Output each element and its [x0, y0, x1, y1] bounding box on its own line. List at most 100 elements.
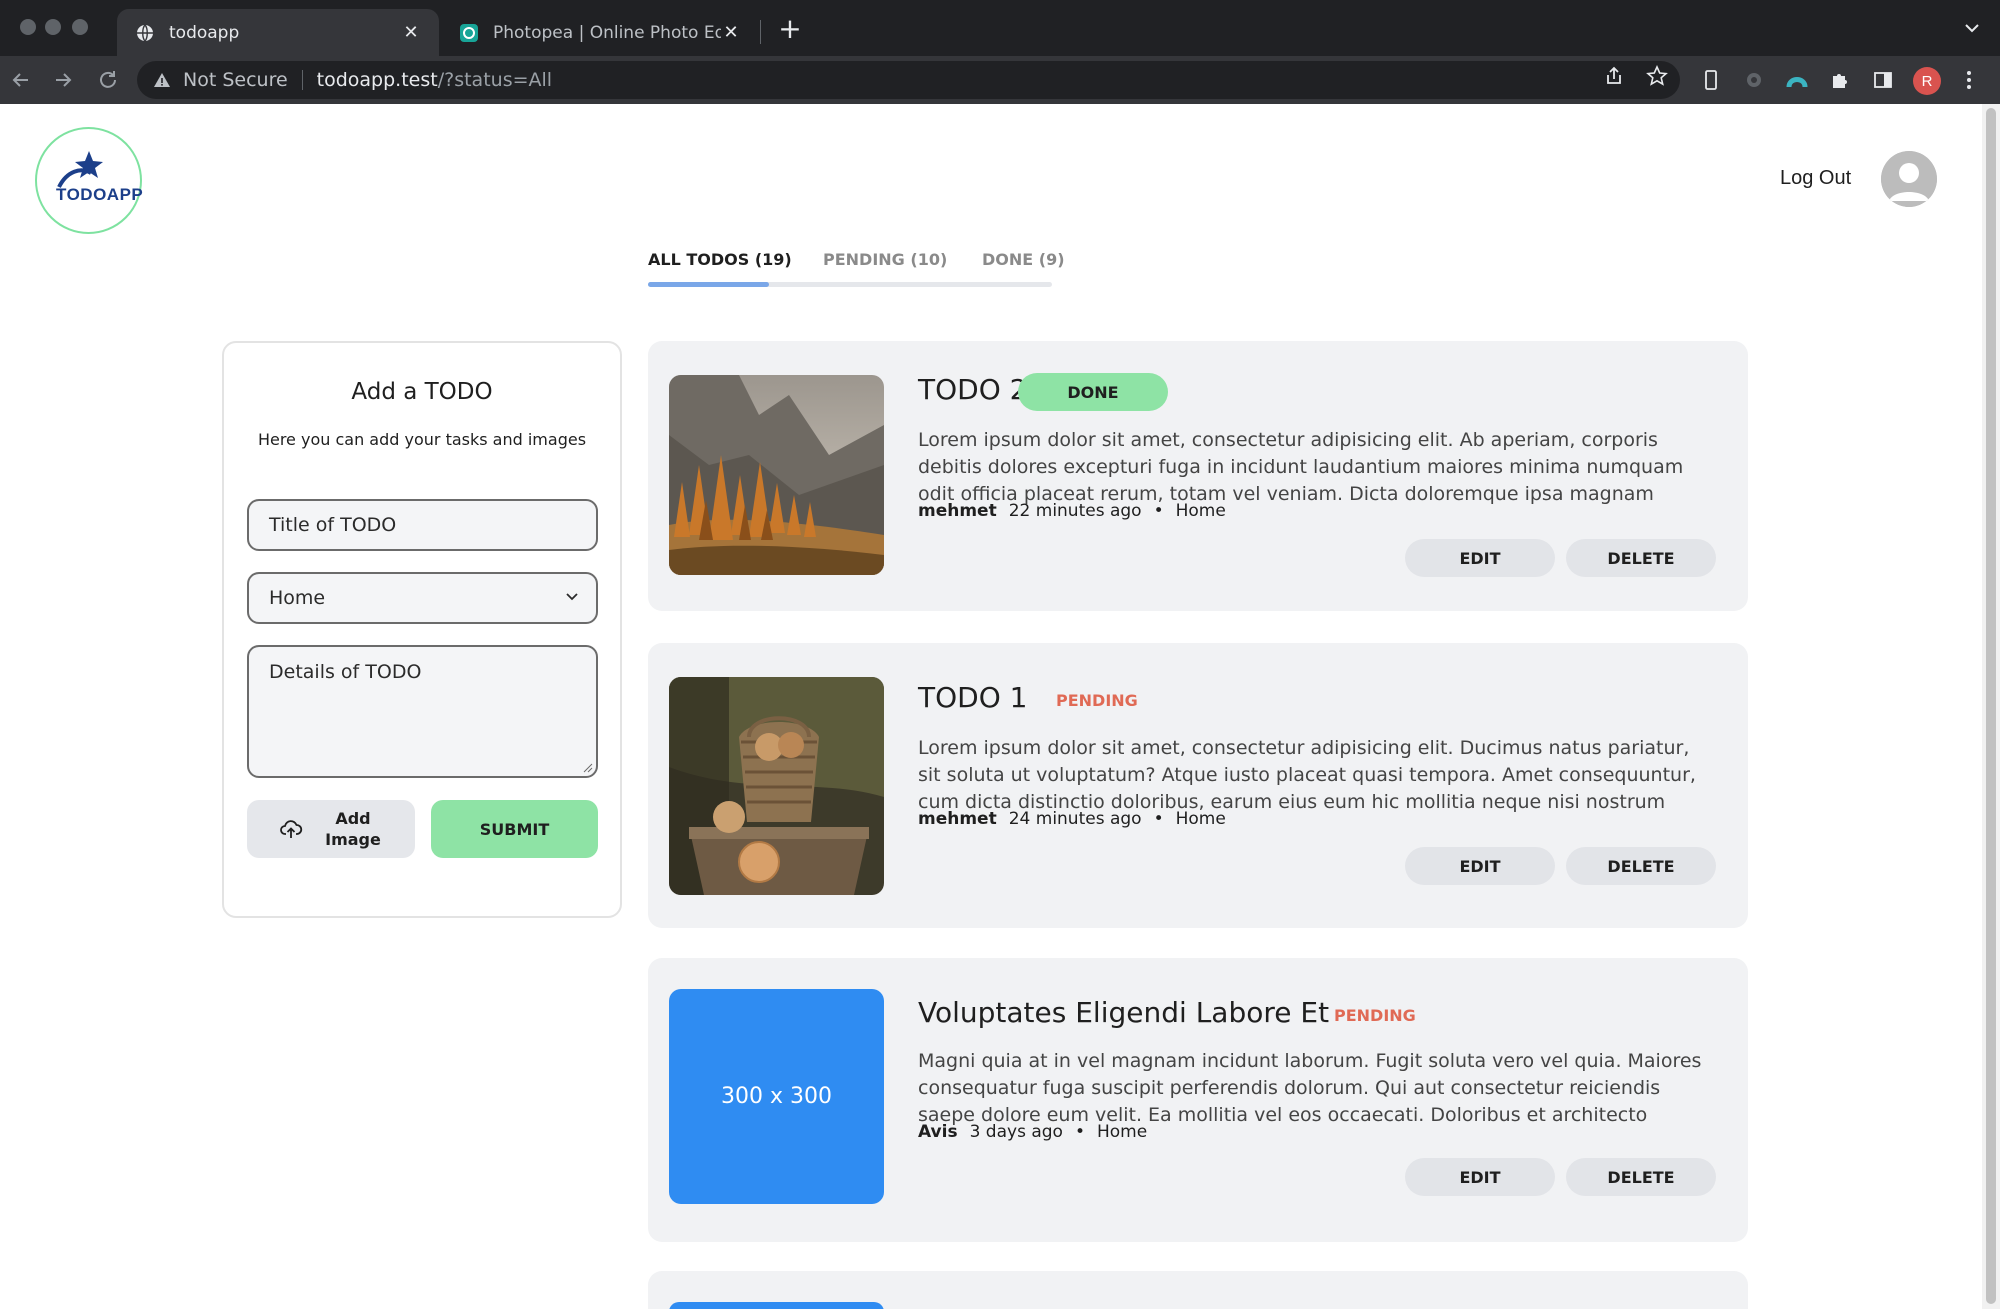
tab-label: Photopea | Online Photo Editor: [493, 22, 721, 43]
url-host: todoapp.test: [316, 69, 438, 91]
back-arrow-icon[interactable]: [9, 68, 33, 92]
submit-button[interactable]: SUBMIT: [431, 800, 598, 858]
device-icon[interactable]: [1700, 69, 1722, 91]
todo-description: Lorem ipsum dolor sit amet, consectetur …: [918, 737, 1696, 813]
window-zoom-dot[interactable]: [72, 19, 88, 35]
address-bar[interactable]: Not Secure todoapp.test /?status=All: [137, 61, 1680, 99]
status-filter-tabs: ALL TODOS (19) PENDING (10) DONE (9): [648, 250, 1065, 288]
resize-handle-icon[interactable]: [583, 763, 593, 773]
edit-button[interactable]: EDIT: [1405, 1158, 1555, 1196]
todo-description: Lorem ipsum dolor sit amet, consectetur …: [918, 429, 1684, 505]
todo-title: TODO 2: [918, 373, 1028, 406]
window-minimize-dot[interactable]: [45, 19, 61, 35]
delete-button[interactable]: DELETE: [1566, 1158, 1716, 1196]
status-badge: PENDING: [1334, 1006, 1416, 1025]
status-badge: DONE: [1018, 373, 1168, 411]
active-tab-indicator: [648, 282, 769, 287]
upload-cloud-icon: [279, 817, 303, 841]
edit-button[interactable]: EDIT: [1405, 847, 1555, 885]
page-content: TODOAPP Log Out ALL TODOS (19) PENDING (…: [0, 104, 1982, 1309]
todo-time: 22 minutes ago: [1008, 501, 1142, 521]
security-label: Not Secure: [183, 69, 288, 91]
app-logo[interactable]: TODOAPP: [35, 127, 144, 234]
delete-button[interactable]: DELETE: [1566, 847, 1716, 885]
todo-meta: Avis 3 days ago • Home: [918, 1122, 1147, 1142]
share-icon[interactable]: [1603, 65, 1625, 87]
tab-done[interactable]: DONE (9): [982, 250, 1065, 269]
new-tab-button[interactable]: +: [776, 15, 804, 44]
side-panel-icon[interactable]: [1872, 69, 1894, 91]
chevron-down-icon[interactable]: [1962, 18, 1982, 38]
todo-time: 24 minutes ago: [1008, 809, 1142, 829]
category-value: Home: [269, 587, 326, 609]
meta-separator: •: [1153, 501, 1164, 521]
todo-category: Home: [1096, 1122, 1148, 1142]
todo-card: TODO 1 PENDING Lorem ipsum dolor sit ame…: [648, 643, 1748, 928]
puzzle-icon[interactable]: [1829, 69, 1851, 91]
page-scrollbar[interactable]: [1982, 104, 2000, 1309]
logo-text: TODOAPP: [56, 185, 144, 204]
profile-avatar[interactable]: R: [1913, 67, 1941, 95]
user-silhouette-icon: [1881, 151, 1937, 207]
meta-separator: •: [1153, 809, 1164, 829]
window-close-dot[interactable]: [20, 19, 36, 35]
todo-author: mehmet: [918, 501, 997, 521]
star-swoosh-icon: [57, 151, 103, 188]
scrollbar-thumb[interactable]: [1986, 108, 1996, 1304]
add-image-button[interactable]: Add Image: [247, 800, 415, 858]
todo-image: [669, 375, 884, 575]
todo-image: 300 x 300: [669, 989, 884, 1204]
forward-arrow-icon[interactable]: [51, 68, 75, 92]
todo-title-input[interactable]: Title of TODO: [247, 499, 598, 551]
chevron-down-icon: [564, 587, 580, 609]
extension-gear-icon[interactable]: [1743, 69, 1765, 91]
status-badge: PENDING: [1056, 691, 1138, 710]
bookmark-star-icon[interactable]: [1646, 65, 1668, 87]
browser-tab-photopea[interactable]: Photopea | Online Photo Editor ✕: [441, 9, 759, 56]
logout-link[interactable]: Log Out: [1780, 167, 1851, 190]
todo-image: [669, 677, 884, 895]
reload-icon[interactable]: [96, 68, 120, 92]
todo-author: mehmet: [918, 809, 997, 829]
details-placeholder: Details of TODO: [269, 661, 422, 683]
close-icon[interactable]: ✕: [401, 22, 421, 43]
photopea-icon: [459, 23, 479, 43]
image-placeholder: [669, 1302, 884, 1309]
todo-details-textarea[interactable]: Details of TODO: [247, 645, 598, 778]
address-divider: [301, 70, 303, 90]
browser-tab-strip: todoapp ✕ Photopea | Online Photo Editor…: [0, 0, 2000, 56]
tab-pending[interactable]: PENDING (10): [823, 250, 947, 269]
todo-card: 300 x 300 Voluptates Eligendi Labore Et …: [648, 958, 1748, 1242]
todo-meta: mehmet 22 minutes ago • Home: [918, 501, 1226, 521]
todo-description: Magni quia at in vel magnam incidunt lab…: [918, 1050, 1702, 1126]
todo-title: TODO 1: [918, 681, 1028, 714]
globe-icon: [135, 23, 155, 43]
close-icon[interactable]: ✕: [721, 22, 741, 43]
category-select[interactable]: Home: [247, 572, 598, 624]
add-todo-panel: Add a TODO Here you can add your tasks a…: [222, 341, 622, 918]
onion-basket-photo: [669, 677, 884, 895]
tab-label: todoapp: [169, 22, 240, 43]
todo-title: Voluptates Eligendi Labore Et: [918, 996, 1330, 1029]
browser-tab-todoapp[interactable]: todoapp ✕: [117, 9, 439, 56]
warning-icon[interactable]: [153, 71, 171, 89]
title-placeholder: Title of TODO: [269, 514, 397, 536]
delete-button[interactable]: DELETE: [1566, 539, 1716, 577]
meta-separator: •: [1074, 1122, 1085, 1142]
user-avatar[interactable]: [1881, 151, 1937, 207]
extension-arc-icon[interactable]: [1786, 69, 1808, 91]
kebab-menu-icon[interactable]: [1958, 69, 1980, 91]
add-todo-subtitle: Here you can add your tasks and images: [257, 430, 587, 449]
url-path: /?status=All: [437, 69, 553, 91]
todo-card: [648, 1271, 1748, 1309]
image-placeholder: 300 x 300: [669, 989, 884, 1204]
todo-time: 3 days ago: [969, 1122, 1063, 1142]
tab-all-todos[interactable]: ALL TODOS (19): [648, 250, 792, 269]
add-image-label: Add Image: [325, 809, 381, 849]
edit-button[interactable]: EDIT: [1405, 539, 1555, 577]
add-todo-title: Add a TODO: [351, 379, 493, 405]
todo-category: Home: [1175, 501, 1226, 521]
todo-category: Home: [1175, 809, 1226, 829]
todo-meta: mehmet 24 minutes ago • Home: [918, 809, 1226, 829]
mountain-forest-photo: [669, 375, 884, 575]
